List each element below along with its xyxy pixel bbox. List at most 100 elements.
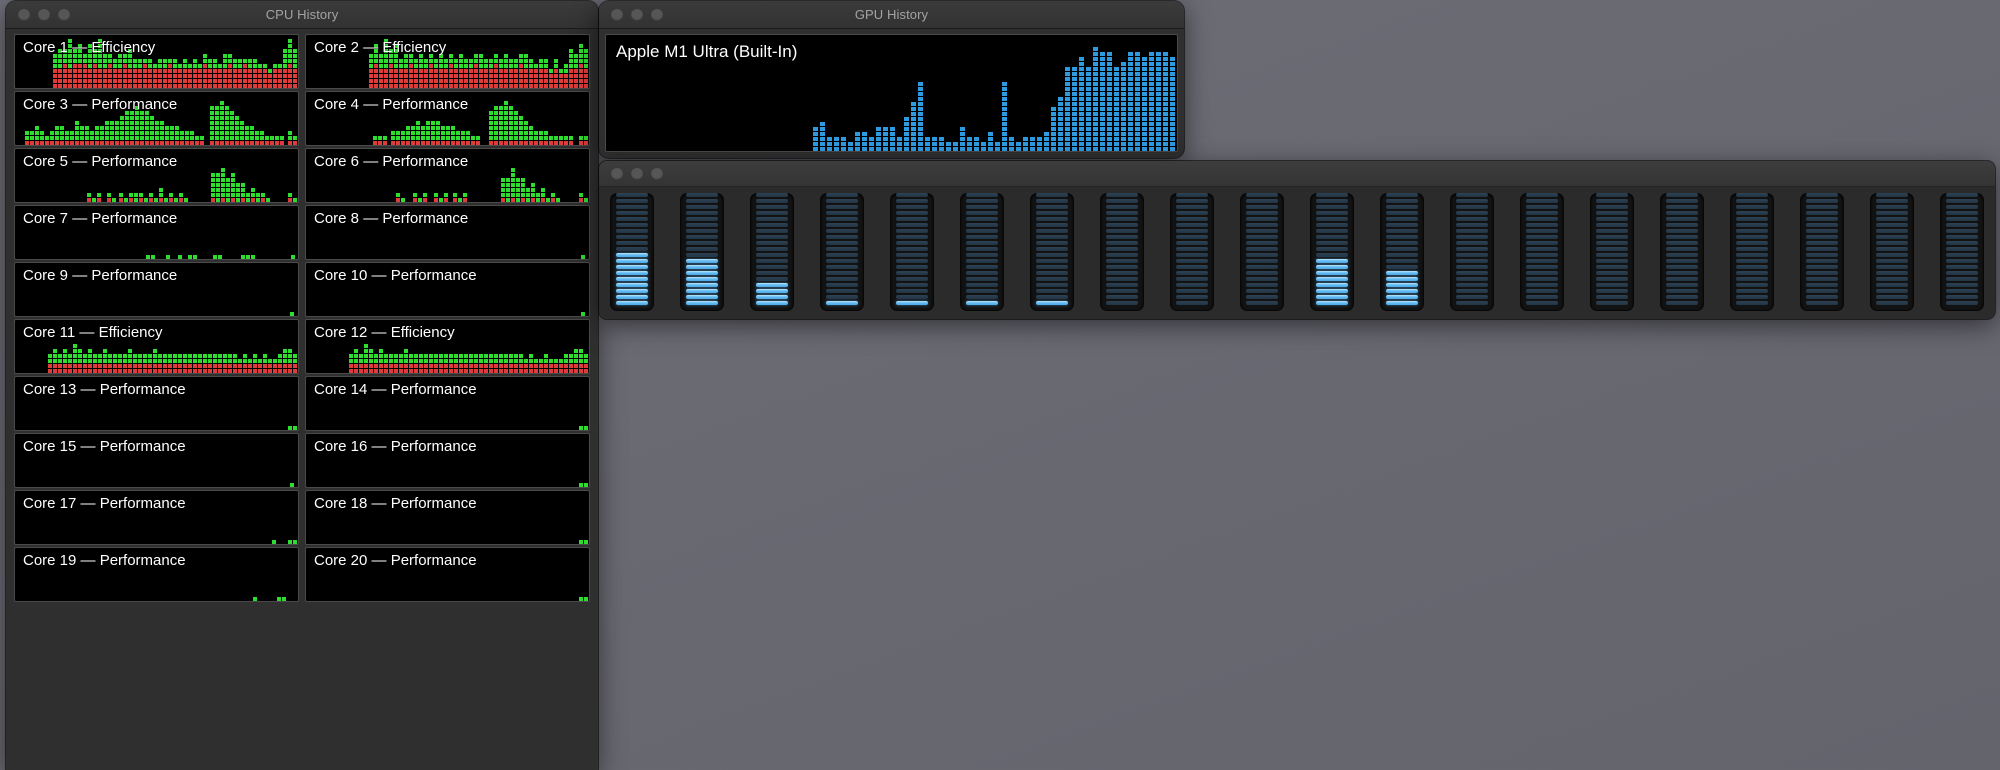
- gpu-bar-segment: [1072, 132, 1077, 136]
- core-led-meter[interactable]: [1450, 193, 1494, 311]
- zoom-icon[interactable]: [651, 167, 663, 180]
- cpu-user-segment: [444, 59, 448, 63]
- zoom-icon[interactable]: [58, 8, 70, 21]
- zoom-icon[interactable]: [651, 8, 663, 21]
- gpu-bar-segment: [1163, 67, 1168, 71]
- cpu-system-segment: [498, 141, 503, 145]
- cpu-core-bar: [288, 92, 292, 145]
- cpu-core-bar: [243, 320, 247, 373]
- core-led-meter[interactable]: [1730, 193, 1774, 311]
- cpu-user-segment: [133, 64, 137, 68]
- core-led-meter[interactable]: [1590, 193, 1634, 311]
- minimize-icon[interactable]: [38, 8, 50, 21]
- cpu-system-segment: [584, 74, 588, 78]
- cpu-system-segment: [118, 198, 123, 202]
- core-led-meter[interactable]: [1310, 193, 1354, 311]
- core-led-meter[interactable]: [1800, 193, 1844, 311]
- cpu-system-segment: [95, 141, 99, 145]
- close-icon[interactable]: [611, 167, 623, 180]
- led-segment-off: [1246, 289, 1278, 293]
- core-led-meter[interactable]: [1940, 193, 1984, 311]
- gpu-bar-segment: [1121, 122, 1126, 126]
- cpu-system-segment: [153, 69, 157, 73]
- core-led-meter[interactable]: [1030, 193, 1074, 311]
- cpu-window-titlebar[interactable]: CPU History: [6, 1, 598, 29]
- cpu-user-segment: [479, 54, 483, 58]
- cpu-core-bar: [252, 377, 254, 430]
- cpu-core-bar: [210, 491, 212, 544]
- core-led-meter[interactable]: [820, 193, 864, 311]
- gpu-bar-segment: [918, 137, 923, 141]
- cpu-core-bar: [568, 206, 570, 259]
- gpu-bar-segment: [1142, 137, 1147, 141]
- gpu-bar: [995, 35, 1001, 151]
- led-segment-off: [1246, 199, 1278, 203]
- cpu-system-segment: [415, 141, 420, 145]
- cpu-system-segment: [399, 74, 403, 78]
- cpu-core-bar: [253, 491, 255, 544]
- core-led-meter[interactable]: [1100, 193, 1144, 311]
- core-led-meter[interactable]: [1870, 193, 1914, 311]
- led-segment-off: [1106, 295, 1138, 299]
- cpu-system-segment: [213, 74, 217, 78]
- core-meters-window[interactable]: [599, 161, 1995, 319]
- cpu-core-bar: [235, 434, 237, 487]
- cpu-core-bar: [477, 206, 479, 259]
- cpu-history-window[interactable]: CPU History Core 1 — Efficiency Core 2 — …: [6, 1, 598, 770]
- cpu-system-segment: [429, 64, 433, 68]
- core-led-meter[interactable]: [1520, 193, 1564, 311]
- cpu-user-segment: [280, 136, 284, 140]
- cpu-system-segment: [138, 74, 142, 78]
- cpu-user-segment: [283, 59, 287, 63]
- cpu-core-bar: [310, 149, 311, 202]
- gpu-bar-segment: [1135, 62, 1140, 66]
- cpu-core-bar: [230, 263, 232, 316]
- cpu-user-segment: [459, 359, 463, 363]
- cpu-core-bar: [548, 263, 550, 316]
- cpu-user-segment: [544, 359, 548, 363]
- core-led-meter[interactable]: [1660, 193, 1704, 311]
- cpu-core-bar: [158, 35, 162, 88]
- core-led-meter[interactable]: [1380, 193, 1424, 311]
- minimize-icon[interactable]: [631, 167, 643, 180]
- cpu-user-segment: [168, 359, 172, 363]
- led-segment-off: [1106, 217, 1138, 221]
- core-led-meter[interactable]: [680, 193, 724, 311]
- meters-window-titlebar[interactable]: [599, 161, 1995, 187]
- cpu-system-segment: [203, 69, 207, 73]
- minimize-icon[interactable]: [631, 8, 643, 21]
- cpu-system-segment: [374, 64, 378, 68]
- core-led-meter[interactable]: [750, 193, 794, 311]
- gpu-history-window[interactable]: GPU History Apple M1 Ultra (Built-In): [599, 1, 1184, 158]
- cpu-system-segment: [248, 364, 252, 368]
- cpu-core-bar: [218, 491, 220, 544]
- core-led-meter[interactable]: [960, 193, 1004, 311]
- cpu-core-bar: [488, 206, 490, 259]
- cpu-core-bar: [482, 206, 484, 259]
- core-led-meter[interactable]: [610, 193, 654, 311]
- core-led-meter[interactable]: [890, 193, 934, 311]
- cpu-user-segment: [465, 131, 470, 135]
- cpu-system-segment: [564, 74, 568, 78]
- gpu-bar-segment: [1065, 122, 1070, 126]
- led-segment-off: [1666, 217, 1698, 221]
- cpu-core-bar: [568, 491, 570, 544]
- core-led-meter[interactable]: [1240, 193, 1284, 311]
- close-icon[interactable]: [18, 8, 30, 21]
- led-segment-off: [1316, 253, 1348, 257]
- cpu-user-segment: [63, 59, 67, 63]
- core-led-meter[interactable]: [1170, 193, 1214, 311]
- gpu-bar-segment: [1051, 112, 1056, 116]
- cpu-core-bar: [223, 206, 224, 259]
- gpu-bar-segment: [1135, 77, 1140, 81]
- gpu-bar-segment: [988, 132, 993, 136]
- led-segment-off: [1666, 277, 1698, 281]
- cpu-user-segment: [439, 354, 443, 358]
- close-icon[interactable]: [611, 8, 623, 21]
- gpu-bar-segment: [911, 102, 916, 106]
- led-segment-on: [756, 301, 788, 305]
- cpu-system-segment: [544, 74, 548, 78]
- gpu-bar-segment: [1142, 142, 1147, 146]
- gpu-window-titlebar[interactable]: GPU History: [599, 1, 1184, 29]
- cpu-core-bar: [535, 377, 537, 430]
